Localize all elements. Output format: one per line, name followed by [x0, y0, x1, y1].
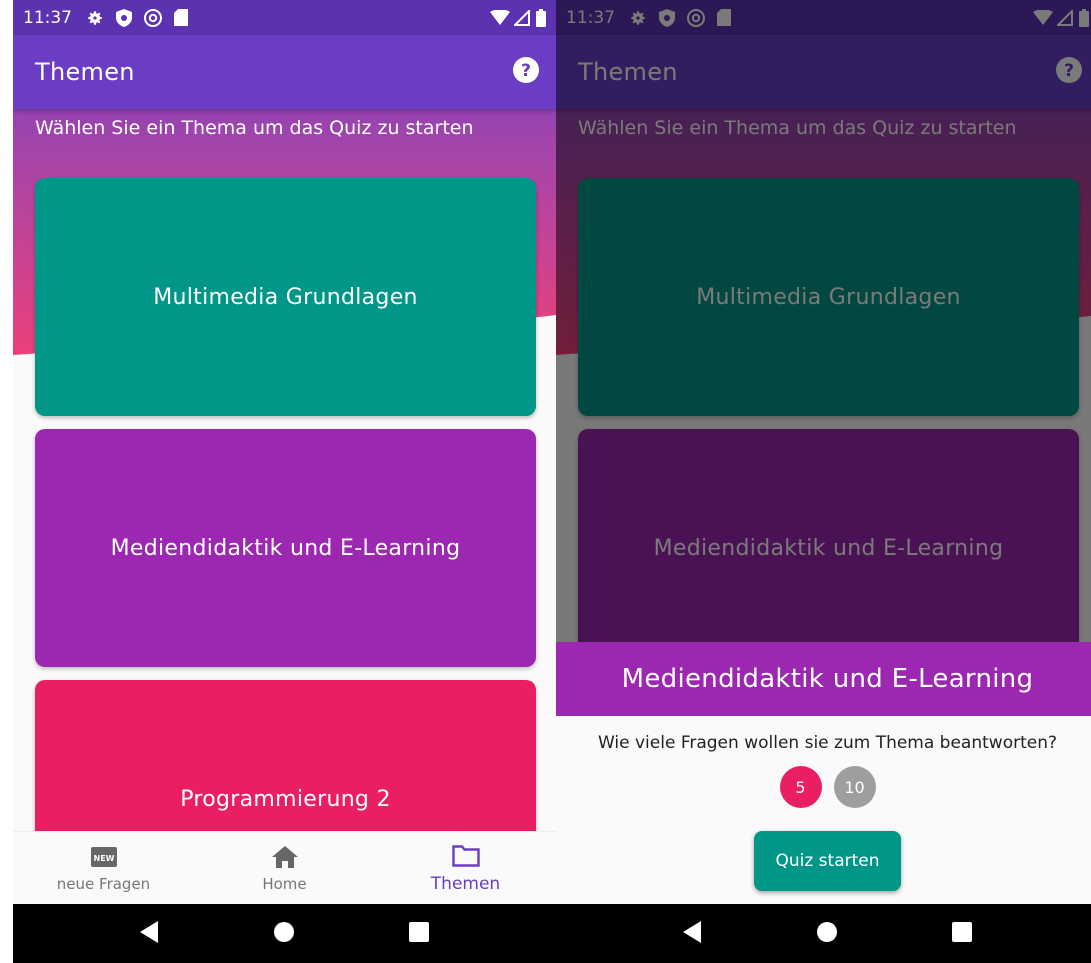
shield-icon: [116, 8, 132, 27]
new-badge-icon: NEW: [90, 843, 117, 871]
status-bar: 11:37: [13, 0, 556, 35]
back-icon[interactable]: [682, 920, 703, 947]
folder-icon: [451, 842, 480, 870]
nav-item-label: Home: [262, 875, 307, 893]
topic-card-label: Programmierung 2: [180, 787, 391, 812]
help-icon[interactable]: ?: [512, 56, 540, 88]
phone-screen-quiz-dialog: 11:37 Themen ? Wählen Sie ein Thema um d…: [556, 0, 1091, 963]
home-circle-icon[interactable]: [816, 921, 838, 947]
app-bar: Themen ?: [13, 35, 556, 109]
back-icon[interactable]: [139, 920, 160, 947]
home-circle-icon[interactable]: [273, 921, 295, 947]
phone-screen-topics: 11:37 Themen ? Wählen Sie ein Thema um d…: [13, 0, 556, 963]
battery-icon: [536, 8, 546, 27]
question-count-prompt: Wie viele Fragen wollen sie zum Thema be…: [597, 733, 1058, 753]
nav-item-home[interactable]: Home: [194, 832, 375, 904]
wifi-icon: [490, 10, 510, 25]
system-navigation-bar: [556, 904, 1091, 963]
topic-card-mediendidaktik[interactable]: Mediendidaktik und E-Learning: [35, 429, 536, 667]
topic-card-label: Multimedia Grundlagen: [153, 284, 418, 310]
question-count-options: 5 10: [556, 766, 1091, 808]
instruction-text: Wählen Sie ein Thema um das Quiz zu star…: [35, 117, 474, 139]
nav-item-label: neue Fragen: [56, 875, 151, 893]
svg-text:?: ?: [521, 61, 531, 81]
bottom-navigation: NEW neue Fragen Home Themen: [13, 831, 556, 904]
page-title: Themen: [35, 58, 135, 86]
option-chip-10[interactable]: 10: [833, 766, 876, 808]
sheet-title: Mediendidaktik und E-Learning: [556, 642, 1091, 716]
nav-item-themen[interactable]: Themen: [375, 832, 556, 904]
at-sign-icon: [144, 8, 162, 27]
quiz-setup-sheet: Mediendidaktik und E-Learning Wie viele …: [556, 642, 1091, 904]
start-quiz-button[interactable]: Quiz starten: [754, 831, 901, 891]
nav-item-label: Themen: [430, 874, 501, 894]
settings-gear-icon: [86, 9, 104, 27]
recents-square-icon[interactable]: [952, 921, 973, 946]
cell-signal-icon: [514, 9, 530, 26]
system-navigation-bar: [13, 904, 556, 963]
svg-text:NEW: NEW: [93, 854, 114, 863]
home-icon: [271, 843, 298, 871]
recents-square-icon[interactable]: [409, 921, 430, 946]
topic-card-multimedia[interactable]: Multimedia Grundlagen: [35, 178, 536, 416]
nav-item-neue-fragen[interactable]: NEW neue Fragen: [13, 832, 194, 904]
sd-card-icon: [174, 9, 188, 26]
option-chip-5[interactable]: 5: [779, 766, 822, 808]
status-time: 11:37: [23, 7, 72, 28]
topic-card-label: Mediendidaktik und E-Learning: [110, 535, 461, 561]
